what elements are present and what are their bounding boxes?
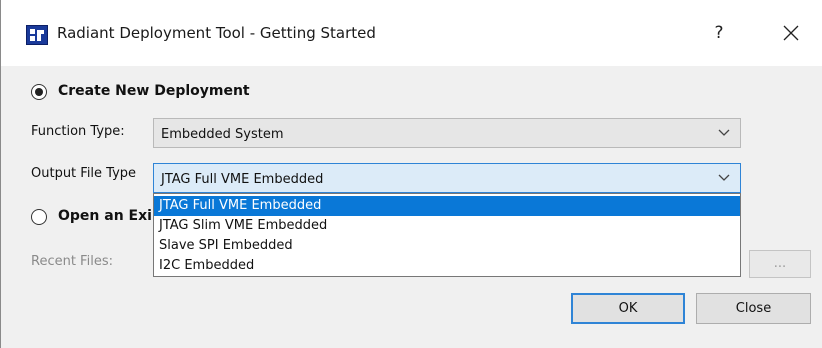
browse-button: ... — [749, 250, 811, 278]
dropdown-option[interactable]: JTAG Full VME Embedded — [154, 196, 740, 216]
app-logo-icon — [26, 25, 48, 45]
function-type-value: Embedded System — [161, 127, 284, 142]
recent-files-label: Recent Files: — [31, 254, 113, 269]
ok-button[interactable]: OK — [571, 293, 685, 324]
dropdown-option[interactable]: Slave SPI Embedded — [154, 236, 740, 256]
output-file-type-select[interactable]: JTAG Full VME Embedded — [153, 163, 741, 193]
output-file-type-value: JTAG Full VME Embedded — [161, 172, 324, 187]
function-type-select[interactable]: Embedded System — [153, 118, 741, 148]
output-file-type-label: Output File Type — [31, 166, 137, 181]
dropdown-option[interactable]: I2C Embedded — [154, 256, 740, 276]
chevron-down-icon — [718, 129, 730, 136]
close-icon — [783, 25, 799, 41]
window-close-button[interactable] — [774, 18, 808, 48]
window-title: Radiant Deployment Tool - Getting Starte… — [57, 24, 376, 42]
dropdown-option[interactable]: JTAG Slim VME Embedded — [154, 216, 740, 236]
open-existing-radio[interactable] — [31, 209, 47, 225]
help-button[interactable]: ? — [704, 18, 734, 48]
chevron-down-icon — [718, 174, 730, 181]
function-type-label: Function Type: — [31, 124, 125, 139]
create-new-radio[interactable] — [31, 84, 47, 100]
open-existing-label: Open an Exi — [58, 208, 152, 224]
close-button[interactable]: Close — [696, 293, 811, 324]
output-file-type-dropdown: JTAG Full VME Embedded JTAG Slim VME Emb… — [153, 193, 741, 277]
create-new-label: Create New Deployment — [58, 83, 250, 99]
title-bar: Radiant Deployment Tool - Getting Starte… — [1, 0, 822, 66]
getting-started-dialog: Radiant Deployment Tool - Getting Starte… — [0, 0, 822, 348]
